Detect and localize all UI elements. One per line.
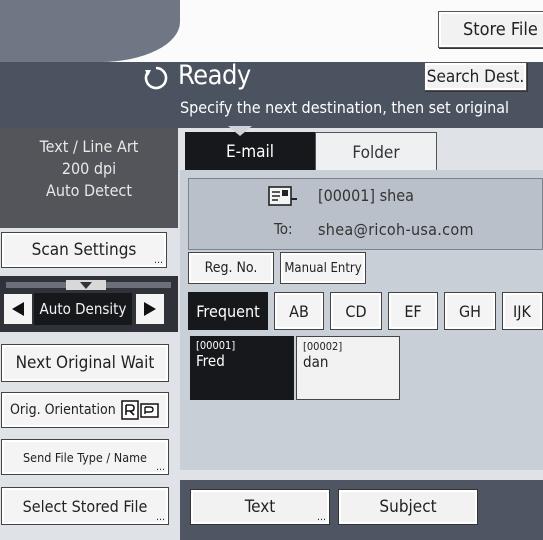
index-tab-label: CD: [345, 301, 367, 321]
entry-name: dan: [303, 353, 329, 371]
status-text: Ready: [178, 60, 251, 91]
next-original-wait-button[interactable]: Next Original Wait: [1, 344, 169, 382]
manual-entry-label: Manual Entry: [284, 260, 362, 276]
density-scale: [6, 280, 171, 290]
density-decrease-button[interactable]: [3, 293, 33, 325]
send-file-type-label: Send File Type / Name: [23, 449, 147, 465]
send-file-type-button[interactable]: Send File Type / Name …: [1, 439, 169, 475]
tab-email[interactable]: E-mail: [185, 132, 315, 172]
reg-no-label: Reg. No.: [204, 260, 258, 276]
destination-name: [00001] shea: [318, 186, 414, 205]
index-tab-frequent[interactable]: Frequent: [188, 292, 268, 330]
right-arrow-icon: [144, 302, 156, 316]
density-increase-button[interactable]: [135, 293, 165, 325]
search-dest-button[interactable]: Search Dest.: [424, 62, 527, 91]
to-address: shea@ricoh-usa.com: [318, 220, 474, 239]
index-tab-label: Frequent: [196, 301, 260, 321]
subject-button[interactable]: Subject: [338, 489, 478, 525]
subject-button-label: Subject: [379, 497, 437, 517]
select-stored-file-button[interactable]: Select Stored File …: [1, 487, 169, 525]
manual-entry-button[interactable]: Manual Entry: [280, 252, 366, 284]
index-tab-label: GH: [459, 301, 481, 321]
store-file-button[interactable]: Store File: [438, 11, 543, 48]
mail-icon: [268, 186, 297, 206]
more-indicator: …: [156, 462, 165, 473]
tab-marker: [228, 126, 252, 136]
to-label: To:: [274, 220, 293, 238]
ready-icon: [144, 66, 168, 90]
density-control: Auto Density: [0, 276, 178, 332]
scanner-screen: Store File Ready Search Dest. Specify th…: [0, 0, 543, 540]
destination-entry[interactable]: [00001] Fred: [190, 336, 294, 400]
index-tab-label: IJK: [513, 301, 531, 321]
index-tab-label: EF: [404, 301, 422, 321]
orientation-icon: [120, 400, 159, 420]
scan-info-panel: Text / Line Art 200 dpi Auto Detect: [0, 128, 178, 228]
instruction-text: Specify the next destination, then set o…: [180, 98, 510, 117]
index-tab-label: AB: [289, 301, 309, 321]
index-tab-ijk[interactable]: IJK: [502, 292, 543, 330]
index-tab-gh[interactable]: GH: [444, 292, 496, 330]
scan-mode: Text / Line Art: [39, 137, 139, 156]
entry-code: [00001]: [196, 339, 236, 352]
more-indicator: …: [317, 512, 326, 523]
select-stored-file-label: Select Stored File: [22, 496, 148, 516]
scan-settings-button[interactable]: Scan Settings …: [1, 232, 167, 268]
scan-size: Auto Detect: [46, 181, 132, 200]
destination-entry[interactable]: [00002] dan: [296, 336, 400, 400]
index-tab-cd[interactable]: CD: [330, 292, 382, 330]
auto-density-label[interactable]: Auto Density: [34, 293, 132, 325]
text-button[interactable]: Text …: [190, 489, 330, 525]
index-tab-ef[interactable]: EF: [388, 292, 438, 330]
entry-name: Fred: [196, 352, 225, 370]
reg-no-button[interactable]: Reg. No.: [188, 252, 274, 284]
scan-resolution: 200 dpi: [61, 159, 117, 178]
tab-folder[interactable]: Folder: [315, 132, 437, 172]
more-indicator: …: [154, 255, 163, 266]
more-indicator: …: [156, 512, 165, 523]
scan-settings-label: Scan Settings: [31, 240, 137, 260]
next-original-wait-label: Next Original Wait: [15, 353, 155, 373]
left-arrow-icon: [12, 302, 24, 316]
tab-email-label: E-mail: [226, 142, 274, 162]
tab-folder-label: Folder: [352, 142, 400, 163]
text-button-label: Text: [244, 497, 276, 517]
store-file-label: Store File: [463, 19, 538, 40]
entry-code: [00002]: [303, 340, 343, 353]
orig-orientation-label: Orig. Orientation: [10, 402, 116, 418]
index-tabs: Frequent AB CD EF GH IJK: [186, 292, 543, 330]
orig-orientation-button[interactable]: Orig. Orientation: [1, 392, 169, 428]
search-dest-label: Search Dest.: [426, 66, 525, 87]
index-tab-ab[interactable]: AB: [274, 292, 324, 330]
